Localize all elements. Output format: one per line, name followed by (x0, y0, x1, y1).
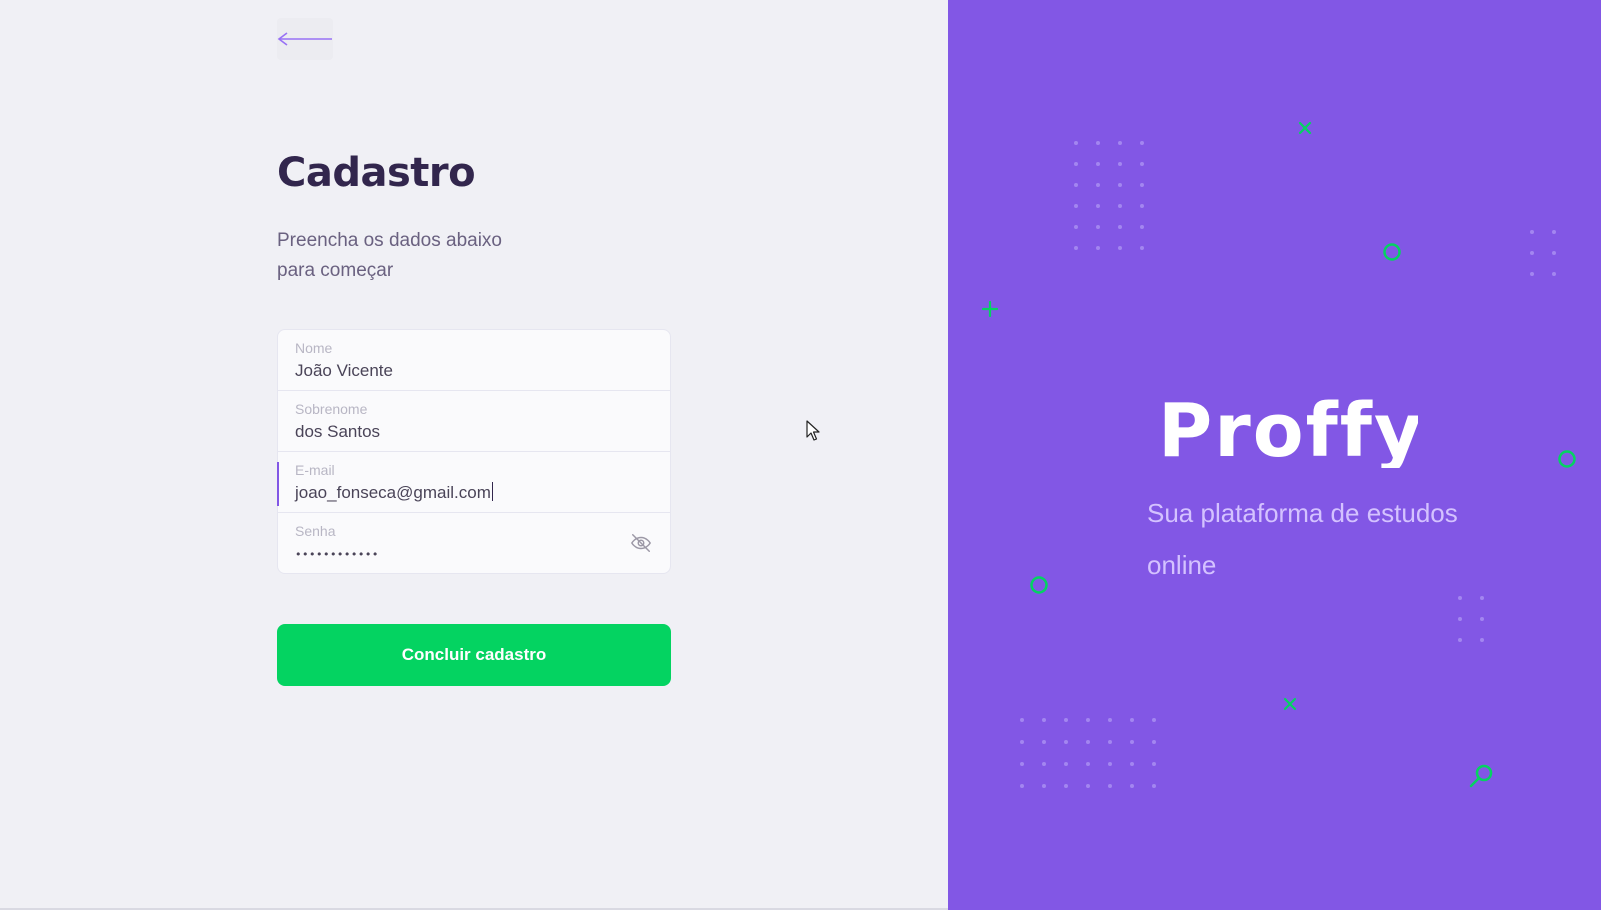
back-button[interactable] (277, 18, 333, 60)
magnifier-icon (1469, 764, 1493, 788)
proffy-logo: Proffy (1158, 388, 1422, 474)
email-label: E-mail (295, 462, 335, 478)
last-name-input[interactable] (294, 421, 626, 443)
circle-icon (1383, 243, 1401, 261)
dot-pattern (1074, 141, 1162, 267)
first-name-label: Nome (295, 340, 333, 356)
email-input[interactable]: joao_fonseca@gmail.com (295, 482, 494, 504)
arrow-left-icon (277, 32, 332, 46)
submit-button[interactable]: Concluir cadastro (277, 624, 671, 686)
page-title: Cadastro (277, 150, 476, 196)
first-name-input[interactable] (294, 360, 626, 382)
circle-icon (1030, 576, 1048, 594)
signup-form: Nome Sobrenome E-mail joao_fonseca@gmail… (277, 329, 671, 574)
email-field: E-mail joao_fonseca@gmail.com (277, 451, 671, 513)
last-name-label: Sobrenome (295, 401, 368, 417)
dot-pattern (1458, 596, 1502, 659)
first-name-field: Nome (277, 329, 671, 391)
cross-icon (1283, 697, 1297, 711)
logo-text: Proffy (1158, 388, 1418, 468)
brand-panel: Proffy Sua plataforma de estudos online (948, 0, 1601, 910)
cross-icon (1298, 121, 1312, 135)
text-caret (491, 482, 494, 501)
eye-off-icon (631, 534, 651, 552)
brand-tagline: Sua plataforma de estudos online (1147, 498, 1458, 580)
circle-icon (1558, 450, 1576, 468)
brand-logo: Proffy (1158, 388, 1422, 474)
dot-pattern (1530, 230, 1574, 293)
password-input[interactable]: •••••••••••• (295, 548, 379, 561)
password-field: Senha •••••••••••• (277, 512, 671, 574)
email-value: joao_fonseca@gmail.com (295, 483, 491, 502)
mouse-pointer-icon (806, 420, 820, 441)
form-panel: Cadastro Preencha os dados abaixo para c… (0, 0, 948, 910)
dot-pattern (1020, 718, 1174, 806)
password-label: Senha (295, 523, 336, 539)
last-name-field: Sobrenome (277, 390, 671, 452)
plus-icon (981, 300, 999, 318)
page-subtitle: Preencha os dados abaixo para começar (277, 230, 502, 281)
password-visibility-toggle[interactable] (630, 532, 652, 554)
